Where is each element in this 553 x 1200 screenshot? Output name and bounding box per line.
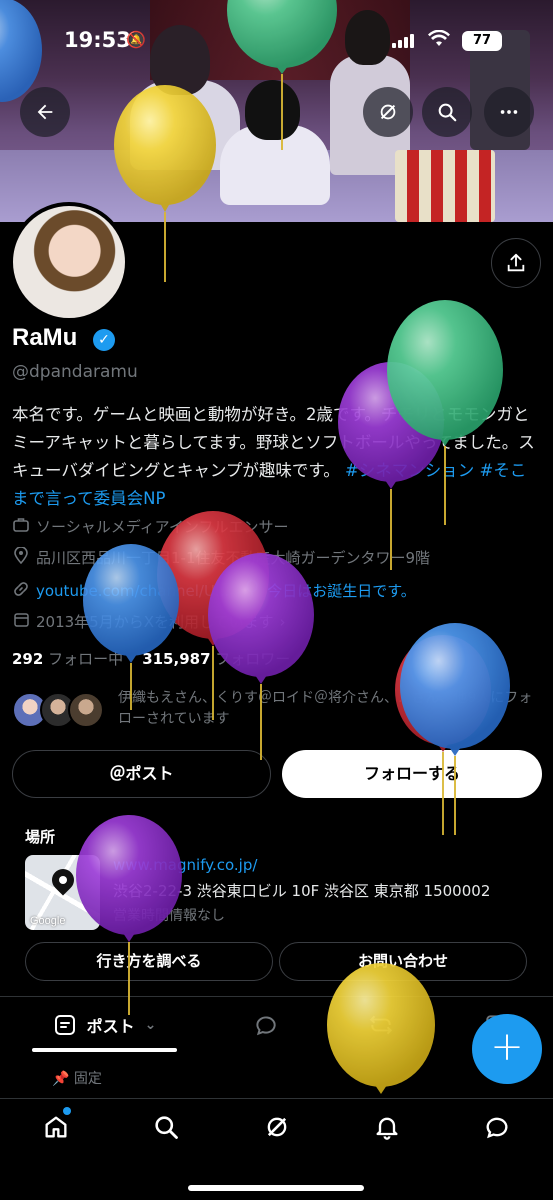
search-icon [438, 103, 457, 122]
contact-button[interactable]: お問い合わせ [279, 942, 527, 981]
verified-icon[interactable]: ✓ [93, 329, 115, 351]
grok-button[interactable] [363, 87, 413, 137]
posts-icon [54, 1015, 75, 1035]
tab-indicator [32, 1048, 177, 1052]
pinned-label: 📌 固定 [52, 1068, 102, 1088]
business-url[interactable]: www.magnify.co.jp/ [113, 856, 257, 874]
wifi-icon [428, 29, 450, 53]
more-icon [500, 110, 518, 114]
followers-link[interactable]: 315,987 フォロワー [142, 650, 290, 668]
share-icon [507, 253, 525, 272]
bell-icon [376, 1117, 398, 1140]
home-icon [45, 1116, 67, 1138]
balloon-icon [243, 579, 261, 601]
pin-icon: 📌 [52, 1071, 70, 1087]
nav-home[interactable] [41, 1113, 71, 1143]
search-icon [155, 1116, 178, 1139]
profile-tabs: ポスト ⌄ [0, 998, 553, 1052]
birthday-text: 今日はお誕生日です。 [267, 582, 416, 600]
category-text: ソーシャルメディアインフルエンサー [36, 518, 289, 536]
mention-button[interactable]: ＠ポスト [12, 750, 271, 798]
following-label: フォロー中 [48, 650, 124, 668]
status-time: 19:53 [64, 28, 131, 52]
map-pin-icon [47, 864, 79, 896]
profile-links: youtube.com/channel/U... 今日はお誕生日です。 [12, 579, 416, 601]
follow-counts: 292 フォロー中 315,987 フォロワー [12, 648, 290, 669]
profile-name: RaMu [12, 324, 78, 351]
tab-posts[interactable]: ポスト ⌄ [32, 998, 177, 1052]
tab-reposts[interactable] [368, 1012, 394, 1038]
joined-text: 2013年5月からXを利用しています [36, 613, 274, 631]
grok-icon [267, 1117, 287, 1137]
profile-joined: 2013年5月からXを利用しています › [12, 611, 286, 632]
home-indicator [188, 1185, 364, 1191]
briefcase-icon [12, 517, 30, 536]
plus-icon: + [490, 1024, 524, 1070]
banner-popcorn [395, 150, 495, 222]
directions-button[interactable]: 行き方を調べる [25, 942, 273, 981]
chevron-down-icon: ⌄ [144, 1017, 157, 1033]
followers-label: フォロワー [215, 650, 291, 668]
avatar [68, 692, 104, 728]
nav-grok[interactable] [262, 1113, 292, 1143]
tab-posts-label: ポスト [86, 1017, 135, 1036]
nav-messages[interactable] [482, 1113, 512, 1143]
silent-bell-icon: 🔕 [126, 30, 146, 49]
follow-button[interactable]: フォローする [282, 750, 542, 798]
repost-icon [369, 1015, 393, 1035]
business-address: 渋谷2-22-3 渋谷東口ビル 10F 渋谷区 東京都 1500002 [113, 882, 491, 900]
link-icon [12, 581, 30, 601]
nav-search[interactable] [151, 1113, 181, 1143]
following-count: 292 [12, 650, 44, 668]
location-text: 品川区西品川一丁目1-1住友不動産大崎ガーデンタワー9階 [36, 549, 431, 567]
pinned-text: 固定 [73, 1071, 102, 1087]
back-button[interactable] [20, 87, 70, 137]
back-arrow-icon [37, 104, 53, 120]
website-link[interactable]: youtube.com/channel/U... [36, 582, 229, 600]
profile-location: 品川区西品川一丁目1-1住友不動産大崎ガーデンタワー9階 [12, 546, 431, 568]
business-hours: 営業時間情報なし [113, 908, 225, 924]
location-card-title: 場所 [25, 828, 56, 846]
calendar-icon [12, 612, 30, 631]
banner-person-head [245, 80, 300, 140]
share-button[interactable] [491, 238, 541, 288]
messages-icon [486, 1117, 508, 1139]
balloon-red [395, 635, 491, 835]
google-logo: Google [30, 915, 66, 927]
action-buttons: ＠ポスト フォローする [12, 750, 542, 798]
bottom-nav [0, 1098, 553, 1200]
followed-by-text: 伊織もえさん、くりす＠ロイド＠将介さん、...さん、他9人にフォローされています [118, 690, 533, 727]
following-link[interactable]: 292 フォロー中 [12, 650, 123, 668]
profile-bio: 本名です。ゲームと映画と動物が好き。2歳です。チモリとモモンガとミーアキャットと… [12, 401, 542, 513]
nav-notifications[interactable] [372, 1113, 402, 1143]
followed-by[interactable]: 伊織もえさん、くりす＠ロイド＠将介さん、...さん、他9人にフォローされています [12, 688, 542, 732]
profile-category: ソーシャルメディアインフルエンサー [12, 516, 288, 537]
avatar[interactable] [9, 202, 129, 322]
location-pin-icon [12, 546, 30, 568]
followers-count: 315,987 [142, 650, 211, 668]
search-button[interactable] [422, 87, 472, 137]
more-button[interactable] [484, 87, 534, 137]
compose-button[interactable]: + [472, 1014, 542, 1084]
reply-icon [256, 1016, 276, 1036]
chevron-right-icon: › [279, 612, 286, 631]
map-thumbnail[interactable]: Google [25, 855, 100, 930]
battery-indicator: 77 [462, 31, 502, 51]
home-badge [63, 1107, 71, 1115]
tab-replies[interactable] [253, 1012, 279, 1038]
status-bar: 19:53 🔕 77 [0, 0, 553, 80]
grok-icon [380, 104, 396, 120]
divider [0, 996, 553, 997]
profile-handle: @dpandaramu [12, 362, 138, 382]
cellular-signal-icon [392, 34, 414, 48]
